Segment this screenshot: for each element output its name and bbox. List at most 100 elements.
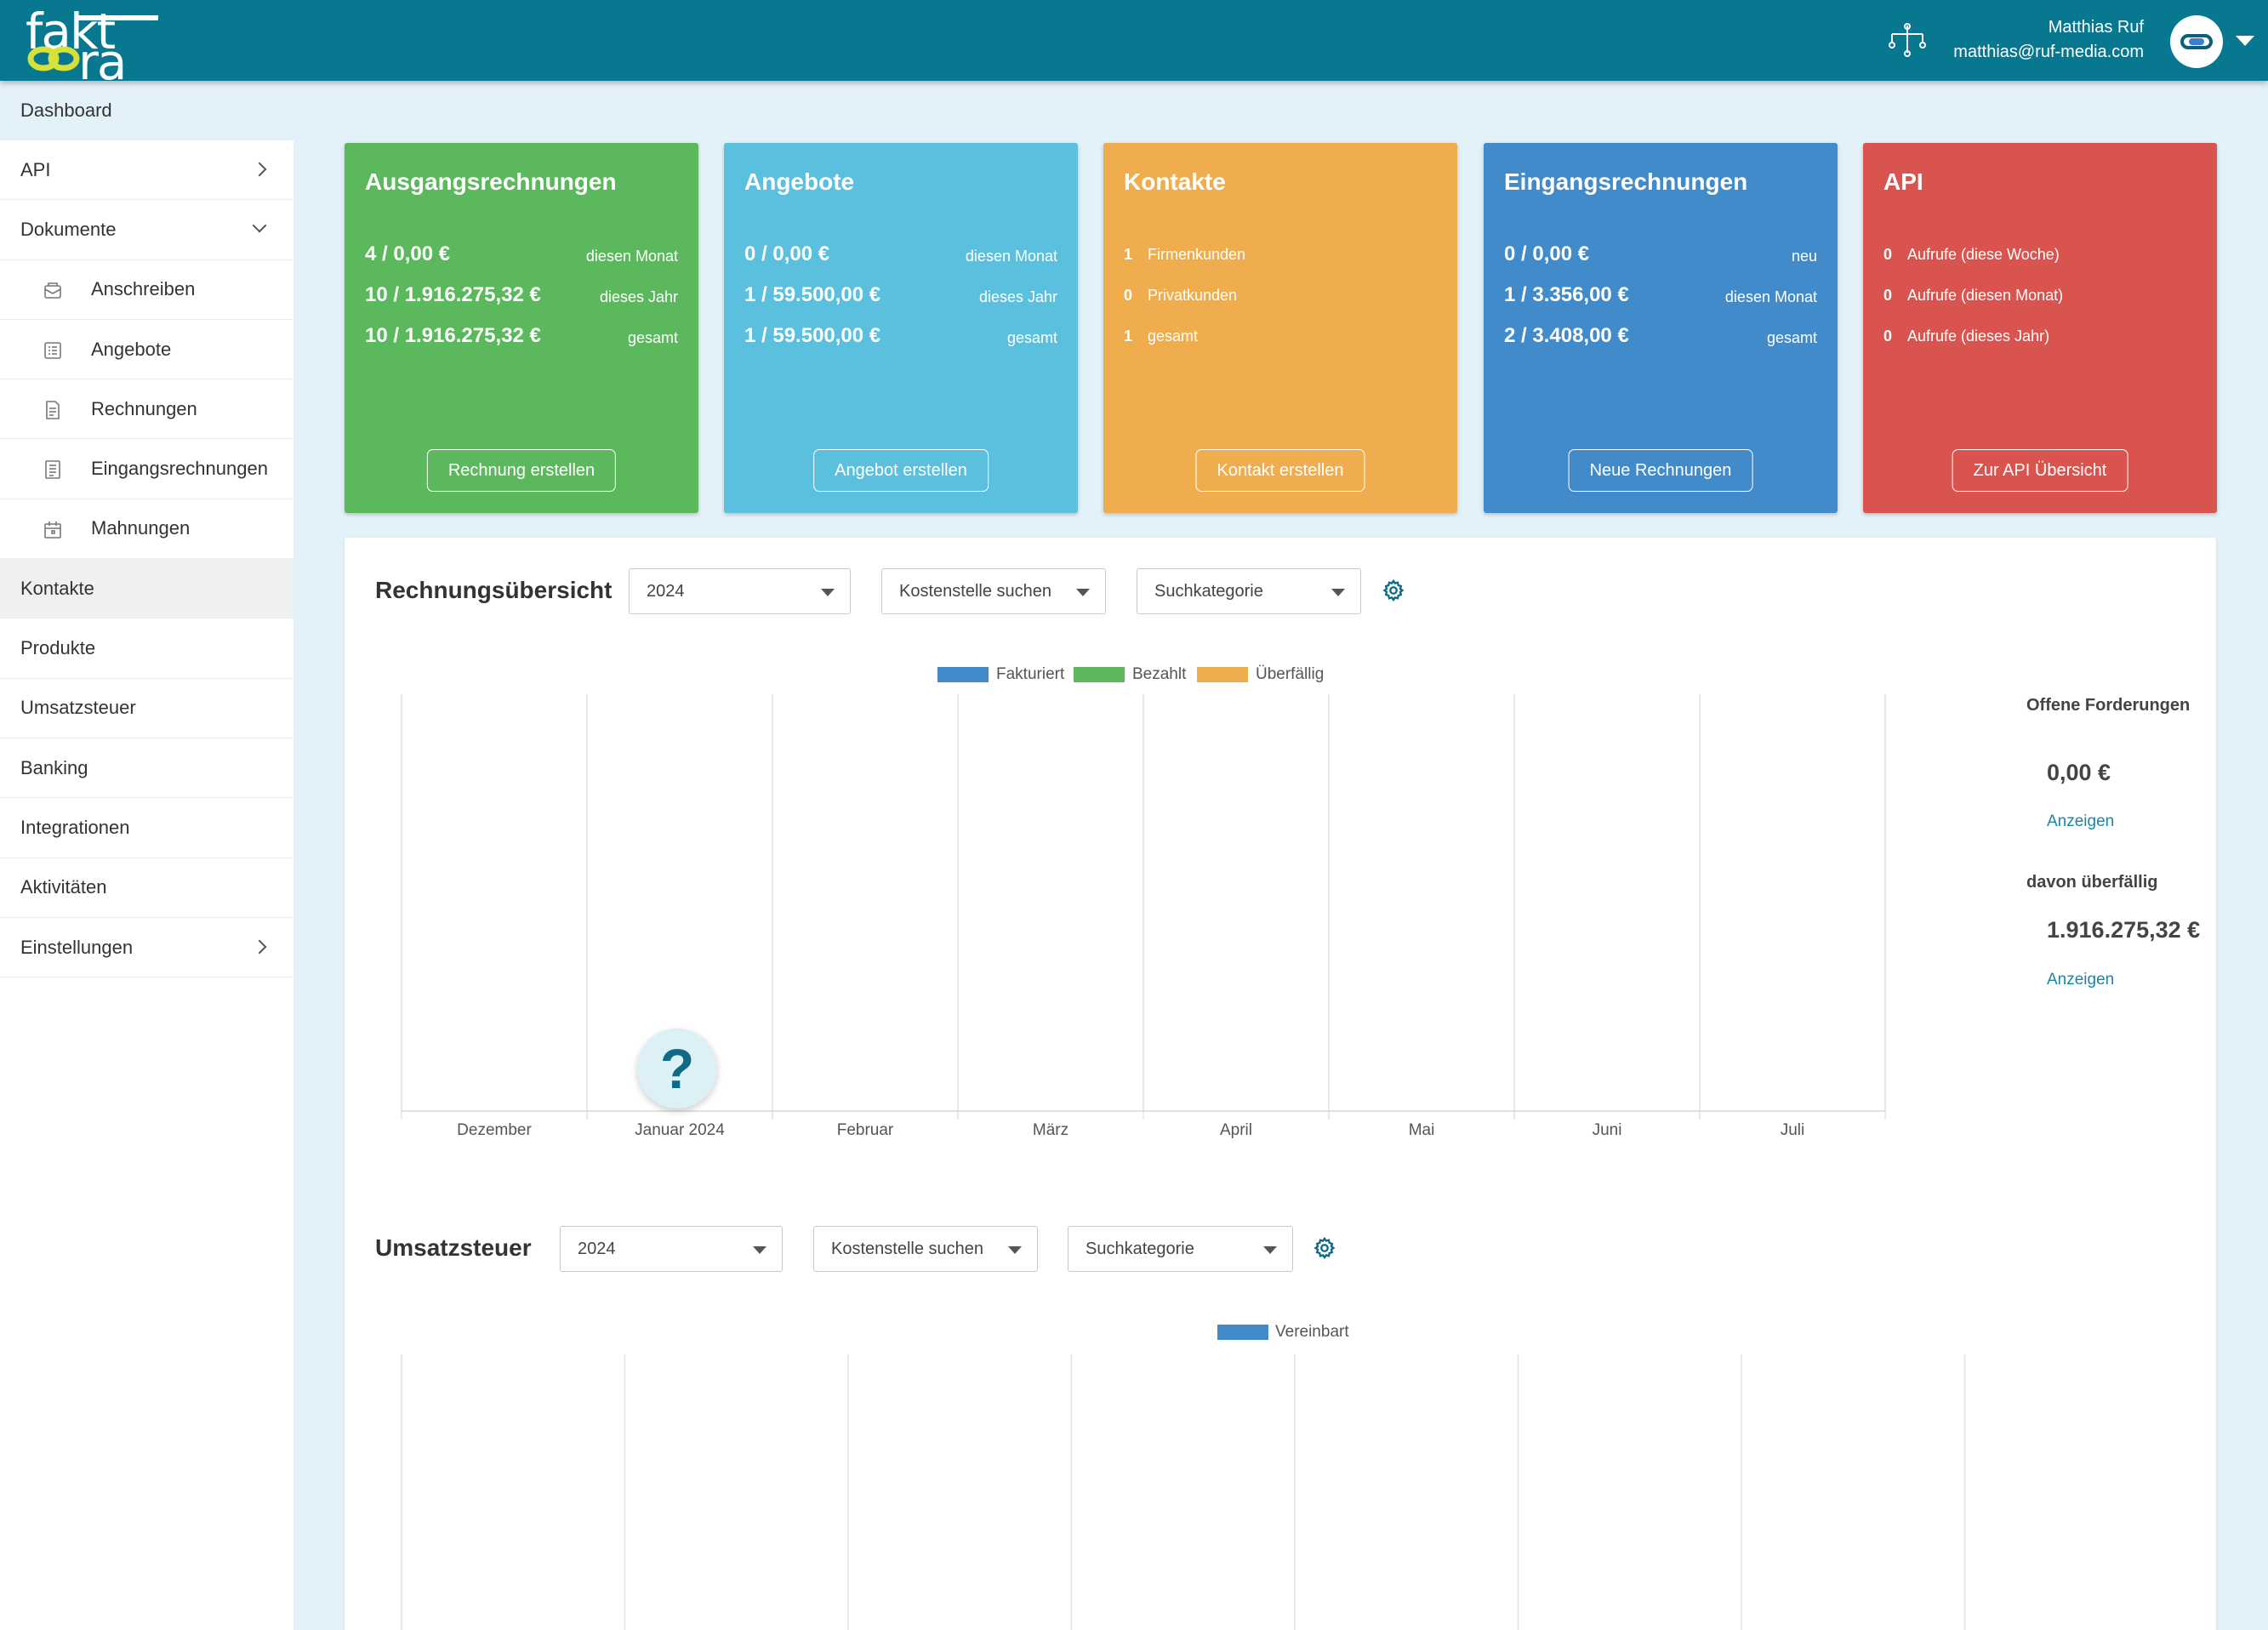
sidebar-item-banking[interactable]: Banking	[0, 738, 293, 799]
x-tick-label: Mai	[1409, 1121, 1435, 1139]
legend-label-fakturiert[interactable]: Fakturiert	[996, 665, 1064, 684]
row-label: diesen Monat	[1724, 288, 1817, 305]
card-row: 0 / 0,00 € neu	[1504, 242, 1817, 276]
x-tick-label: Juni	[1593, 1121, 1622, 1139]
card-row: 1 Firmenkunden	[1124, 242, 1437, 276]
sidebar-item-kontakte[interactable]: Kontakte	[0, 559, 293, 619]
sidebar-item-mahnungen[interactable]: Mahnungen	[0, 499, 293, 560]
user-email: matthias@ruf-media.com	[1953, 43, 2144, 61]
caret-down-icon	[1331, 589, 1345, 596]
row-value: 1 / 3.356,00 €	[1504, 283, 1629, 306]
caret-down-icon	[1263, 1246, 1277, 1254]
user-name: Matthias Ruf	[2048, 18, 2144, 37]
document-list-icon	[45, 460, 60, 480]
sidebar-item-label: Rechnungen	[91, 397, 197, 419]
caret-down-icon	[1076, 589, 1090, 596]
logo-bar	[77, 15, 158, 20]
card-row: 1 gesamt	[1124, 324, 1437, 358]
sidebar-item-umsatzsteuer[interactable]: Umsatzsteuer	[0, 679, 293, 738]
legend-label-vereinbart[interactable]: Vereinbart	[1275, 1323, 1349, 1342]
legend-label-ueberfaellig[interactable]: Überfällig	[1256, 665, 1324, 684]
checklist-icon	[44, 342, 61, 359]
sidebar-item-label: Umsatzsteuer	[20, 697, 136, 719]
app-header: fakt ra Matthias Ruf matthias@ruf-media.…	[0, 0, 2268, 87]
sidebar-item-produkte[interactable]: Produkte	[0, 618, 293, 679]
faktura-logo[interactable]: fakt ra	[26, 7, 158, 87]
breadcrumb[interactable]: Dashboard	[20, 100, 112, 122]
legend-swatch-vereinbart	[1217, 1325, 1268, 1340]
gear-icon[interactable]	[1313, 1236, 1336, 1260]
help-button[interactable]: ?	[637, 1029, 717, 1109]
card-row: 0 Aufrufe (diese Woche)	[1883, 242, 2197, 276]
sidebar-item-einstellungen[interactable]: Einstellungen	[0, 918, 293, 978]
create-contact-button[interactable]: Kontakt erstellen	[1195, 449, 1365, 492]
card-title: API	[1883, 168, 1923, 195]
vat-cost-center-select[interactable]: Kostenstelle suchen	[813, 1226, 1038, 1272]
vat-bar-chart	[401, 1354, 1966, 1630]
card-row: 10 / 1.916.275,32 € gesamt	[365, 324, 678, 358]
show-overdue-link[interactable]: Anzeigen	[2047, 971, 2114, 989]
card-api: API 0 Aufrufe (diese Woche) 0 Aufrufe (die…	[1863, 143, 2217, 513]
sidebar-item-label: Kontakte	[20, 577, 94, 599]
x-tick-label: April	[1220, 1121, 1252, 1139]
create-invoice-button[interactable]: Rechnung erstellen	[426, 449, 617, 492]
avatar[interactable]	[2170, 15, 2223, 68]
x-tick-label: März	[1033, 1121, 1068, 1139]
show-open-claims-link[interactable]: Anzeigen	[2047, 812, 2114, 831]
card-title: Kontakte	[1124, 168, 1226, 195]
api-overview-button[interactable]: Zur API Übersicht	[1952, 449, 2128, 492]
card-row: 0 Aufrufe (diesen Monat)	[1883, 283, 2197, 317]
sidebar-item-api[interactable]: API	[0, 140, 293, 201]
card-row: 1 / 59.500,00 € gesamt	[744, 324, 1057, 358]
invoice-bar-chart: Dezember Januar 2024 Februar März April Mai Ju…	[401, 694, 1886, 1139]
select-placeholder: Kostenstelle suchen	[831, 1239, 984, 1258]
sidebar-item-label: Mahnungen	[91, 517, 191, 539]
create-offer-button[interactable]: Angebot erstellen	[813, 449, 989, 492]
category-select[interactable]: Suchkategorie	[1137, 568, 1361, 614]
year-select[interactable]: 2024	[629, 568, 851, 614]
new-invoices-button[interactable]: Neue Rechnungen	[1568, 449, 1753, 492]
row-count: 0	[1124, 287, 1133, 304]
row-count: 1	[1124, 328, 1133, 345]
row-text: Firmenkunden	[1148, 246, 1246, 263]
legend-swatch-ueberfaellig	[1197, 667, 1248, 682]
network-icon[interactable]	[1887, 22, 1928, 58]
card-kontakte: Kontakte 1 Firmenkunden 0 Privatkunden 1 ge…	[1103, 143, 1457, 513]
caret-down-icon	[753, 1246, 766, 1254]
sidebar-item-label: Einstellungen	[20, 936, 134, 958]
calendar-icon	[44, 521, 61, 539]
row-value: 0 / 0,00 €	[744, 242, 830, 265]
row-value: 2 / 3.408,00 €	[1504, 324, 1629, 347]
card-row: 0 / 0,00 € diesen Monat	[744, 242, 1057, 276]
row-label: dieses Jahr	[978, 288, 1057, 305]
avatar-logo-icon	[2180, 34, 2213, 49]
cost-center-select[interactable]: Kostenstelle suchen	[881, 568, 1106, 614]
sidebar-item-angebote[interactable]: Angebote	[0, 320, 293, 380]
legend-swatch-fakturiert	[937, 667, 989, 682]
sidebar-item-rechnungen[interactable]: Rechnungen	[0, 379, 293, 440]
row-label: gesamt	[1006, 329, 1057, 346]
sidebar-item-dokumente[interactable]: Dokumente	[0, 200, 293, 260]
card-row: 1 / 3.356,00 € diesen Monat	[1504, 283, 1817, 317]
vat-year-select[interactable]: 2024	[560, 1226, 783, 1272]
sidebar-item-integrationen[interactable]: Integrationen	[0, 798, 293, 858]
sidebar-item-label: Aktivitäten	[20, 876, 107, 898]
card-title: Ausgangsrechnungen	[365, 168, 617, 195]
invoice-overview-title: Rechnungsübersicht	[375, 577, 613, 603]
sidebar-item-eingangsrechnungen[interactable]: Eingangsrechnungen	[0, 439, 293, 499]
sidebar-item-label: Anschreiben	[91, 278, 196, 300]
row-value: 10 / 1.916.275,32 €	[365, 324, 541, 347]
row-label: diesen Monat	[965, 248, 1057, 265]
gear-icon[interactable]	[1382, 578, 1405, 602]
vat-category-select[interactable]: Suchkategorie	[1068, 1226, 1293, 1272]
sidebar-item-aktivitaeten[interactable]: Aktivitäten	[0, 858, 293, 918]
sidebar-item-label: API	[20, 158, 51, 180]
row-value: 0 / 0,00 €	[1504, 242, 1590, 265]
user-menu-caret-icon[interactable]	[2236, 36, 2254, 46]
sidebar-item-anschreiben[interactable]: Anschreiben	[0, 260, 293, 320]
legend-label-bezahlt[interactable]: Bezahlt	[1132, 665, 1186, 684]
row-count: 0	[1883, 287, 1893, 304]
row-text: gesamt	[1148, 328, 1199, 345]
card-title: Angebote	[744, 168, 855, 195]
select-value: 2024	[578, 1239, 616, 1258]
